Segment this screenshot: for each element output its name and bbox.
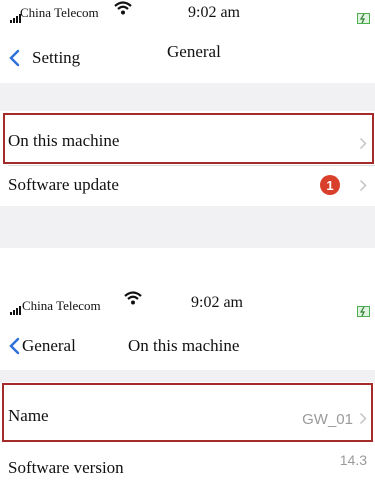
row-label: Name <box>8 406 49 425</box>
row-label: On this machine <box>8 131 120 150</box>
page-title: General <box>167 42 221 61</box>
row-software-update[interactable]: Software update 1 <box>0 166 375 206</box>
row-label: Software version <box>8 458 124 477</box>
row-label: Software update <box>8 175 119 194</box>
general-screen: China Telecom 9:02 am Setting General On… <box>0 0 375 250</box>
chevron-right-icon <box>359 137 367 150</box>
row-software-version: Software version 14.3 <box>0 442 375 487</box>
back-label: General <box>22 336 76 355</box>
software-version-value: 14.3 <box>339 452 367 468</box>
page-title: On this machine <box>128 336 240 355</box>
status-bar: China Telecom 9:02 am <box>0 0 375 30</box>
section-spacer <box>0 83 375 111</box>
carrier-name: China Telecom <box>20 5 99 20</box>
battery-icon <box>357 13 370 24</box>
chevron-left-icon <box>9 337 20 355</box>
status-time: 9:02 am <box>188 4 240 21</box>
back-label: Setting <box>32 48 81 67</box>
status-bar: China Telecom 9:02 am <box>0 288 375 318</box>
row-on-this-machine[interactable]: On this machine <box>0 111 375 165</box>
wifi-icon <box>124 291 142 305</box>
carrier-name: China Telecom <box>22 298 101 313</box>
battery-icon <box>357 306 370 317</box>
chevron-right-icon <box>359 412 367 425</box>
chevron-right-icon <box>359 179 367 192</box>
update-count-badge: 1 <box>320 175 340 195</box>
row-name[interactable]: Name GW_01 <box>0 382 375 442</box>
status-time: 9:02 am <box>191 294 243 311</box>
back-button[interactable]: Setting <box>8 48 80 68</box>
signal-icon <box>10 306 21 315</box>
chevron-left-icon <box>9 49 20 67</box>
nav-bar: General On this machine <box>0 329 375 369</box>
wifi-icon <box>114 1 132 15</box>
device-name-value: GW_01 <box>302 411 353 428</box>
on-this-machine-screen: China Telecom 9:02 am General On this ma… <box>0 288 375 487</box>
back-button[interactable]: General <box>8 336 76 356</box>
section-spacer <box>0 206 375 248</box>
section-spacer <box>0 370 375 382</box>
nav-bar: Setting General <box>0 38 375 78</box>
